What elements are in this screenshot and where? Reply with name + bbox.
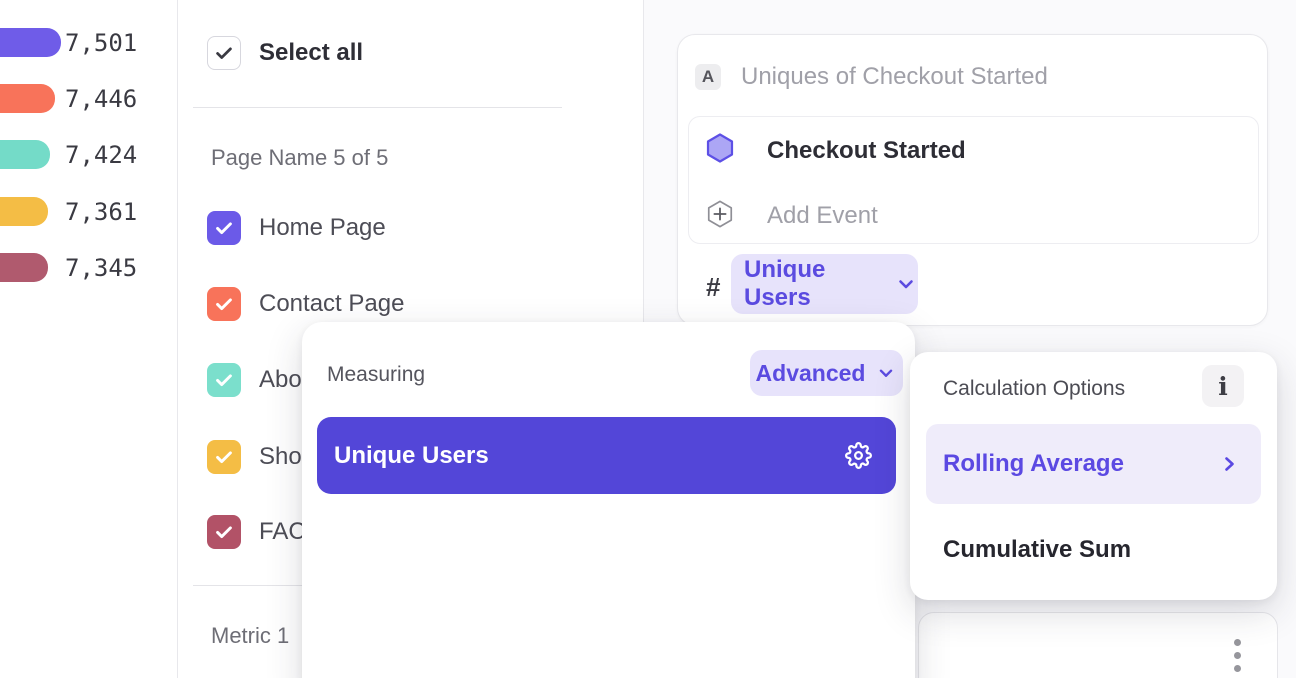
menu-item-unique-users[interactable]: Unique Users — [317, 417, 896, 494]
segment-label[interactable]: Contact Page — [259, 287, 404, 321]
bar-value: 7,501 — [65, 28, 137, 57]
checkmark-icon — [213, 446, 235, 468]
add-event-icon[interactable] — [705, 199, 735, 229]
segment-label[interactable]: Abo — [259, 363, 302, 397]
event-hexagon-icon — [704, 132, 736, 164]
measuring-menu-title: Measuring — [327, 363, 425, 387]
bar-value: 7,361 — [65, 197, 137, 226]
advanced-dropdown[interactable]: Advanced — [750, 350, 903, 396]
menu-item-cumulative-sum[interactable]: Cumulative Sum — [943, 536, 1131, 564]
segment-label[interactable]: FAC — [259, 515, 306, 549]
bar-value: 7,345 — [65, 253, 137, 282]
bar-swatch — [0, 84, 55, 113]
kebab-menu-icon[interactable] — [1234, 639, 1242, 678]
advanced-label: Advanced — [756, 360, 866, 387]
select-all-label[interactable]: Select all — [259, 36, 363, 70]
checkbox-faq-page[interactable] — [207, 515, 241, 549]
add-event-label[interactable]: Add Event — [767, 202, 878, 230]
dot — [1234, 652, 1241, 659]
checkbox-shop-page[interactable] — [207, 440, 241, 474]
bar-swatch — [0, 253, 48, 282]
number-metric-icon: # — [706, 272, 720, 303]
checkmark-icon — [213, 521, 235, 543]
checkmark-icon — [213, 369, 235, 391]
select-all-checkbox[interactable] — [207, 36, 241, 70]
checkmark-icon — [213, 293, 235, 315]
dot — [1234, 665, 1241, 672]
gear-icon[interactable] — [845, 442, 872, 469]
bar-swatch — [0, 140, 50, 169]
measurement-value: Unique Users — [744, 256, 884, 312]
chevron-down-icon — [875, 362, 897, 384]
menu-item-label: Rolling Average — [943, 450, 1124, 478]
info-icon[interactable]: i — [1202, 365, 1244, 407]
chevron-down-icon — [894, 272, 918, 296]
checkbox-about-page[interactable] — [207, 363, 241, 397]
metric-label: Metric 1 — [211, 623, 289, 649]
query-title-input[interactable]: Uniques of Checkout Started — [741, 63, 1048, 91]
panel-divider — [177, 0, 178, 678]
query-card: A Uniques of Checkout Started Checkout S… — [677, 34, 1268, 326]
bar-value: 7,446 — [65, 84, 137, 113]
dot — [1234, 639, 1241, 646]
checkmark-icon — [213, 217, 235, 239]
checkmark-icon — [213, 42, 235, 64]
segment-label[interactable]: Sho — [259, 440, 302, 474]
measurement-dropdown[interactable]: Unique Users — [731, 254, 918, 314]
chevron-right-icon — [1217, 452, 1241, 476]
bar-value: 7,424 — [65, 140, 137, 169]
calculation-options-menu: Calculation Options i Rolling Average Cu… — [910, 352, 1277, 600]
group-header: Page Name 5 of 5 — [211, 145, 388, 171]
segment-label[interactable]: Home Page — [259, 211, 386, 245]
event-block: Checkout Started Add Event — [688, 116, 1259, 244]
bar-swatch — [0, 28, 61, 57]
menu-item-rolling-average[interactable]: Rolling Average — [926, 424, 1261, 504]
menu-item-label: Unique Users — [334, 442, 489, 470]
next-metric-card — [918, 612, 1278, 678]
series-badge: A — [695, 64, 721, 90]
calculation-options-title: Calculation Options — [943, 377, 1125, 401]
section-divider — [193, 107, 562, 108]
measuring-menu: Measuring Advanced Unique Users Total Ev… — [302, 322, 915, 678]
event-name[interactable]: Checkout Started — [767, 137, 966, 165]
bar-swatch — [0, 197, 48, 226]
checkbox-contact-page[interactable] — [207, 287, 241, 321]
analytics-app: 7,501 7,446 7,424 7,361 7,345 Select all… — [0, 0, 1296, 678]
checkbox-home-page[interactable] — [207, 211, 241, 245]
